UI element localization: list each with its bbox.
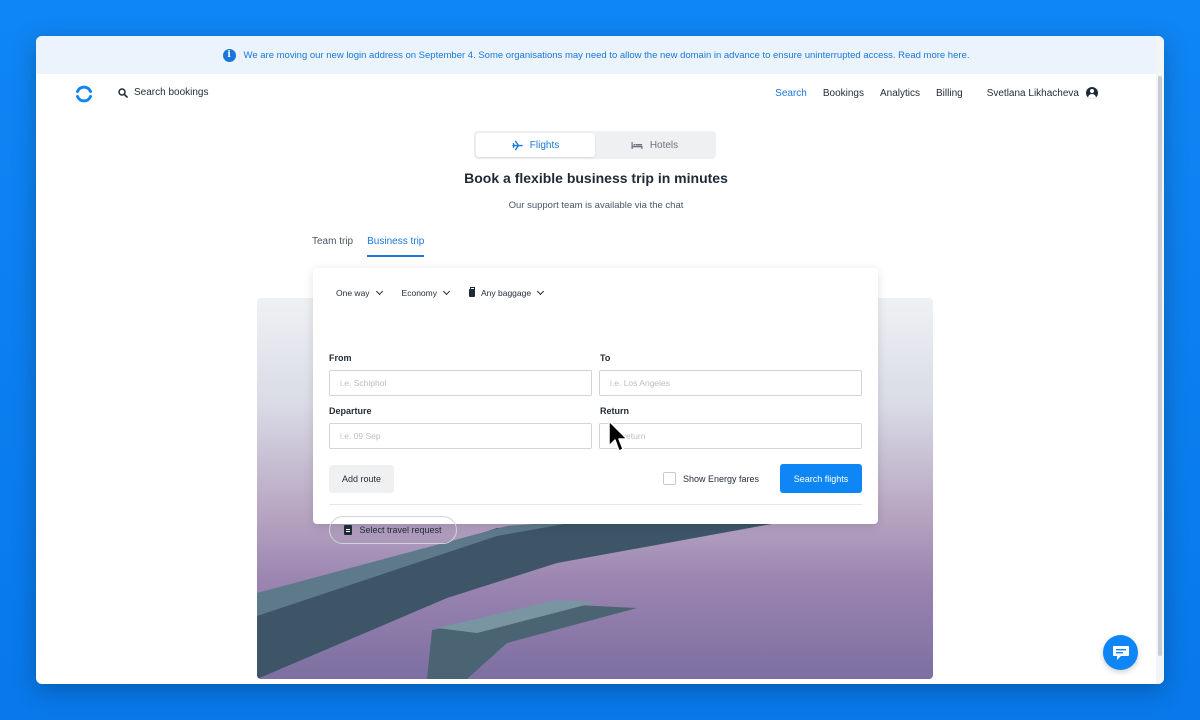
bed-icon bbox=[631, 141, 643, 149]
search-options: One way Economy Any baggage bbox=[336, 287, 545, 298]
energy-fares-option[interactable]: Show Energy fares bbox=[663, 472, 759, 485]
energy-fares-checkbox[interactable] bbox=[663, 472, 676, 485]
search-flights-button[interactable]: Search flights bbox=[780, 464, 862, 493]
tab-team-trip[interactable]: Team trip bbox=[312, 236, 353, 257]
return-label: Return bbox=[600, 406, 629, 416]
departure-label: Departure bbox=[329, 406, 372, 416]
departure-placeholder: i.e. 09 Sep bbox=[340, 431, 381, 441]
tab-business-trip[interactable]: Business trip bbox=[367, 236, 425, 257]
nav-billing[interactable]: Billing bbox=[936, 88, 963, 99]
to-label: To bbox=[600, 353, 611, 363]
user-menu[interactable]: Svetlana Likhacheva bbox=[987, 87, 1098, 99]
chevron-down-icon bbox=[537, 287, 545, 296]
baggage-value: Any baggage bbox=[480, 288, 532, 298]
mouse-cursor-icon bbox=[608, 420, 628, 452]
to-placeholder: i.e. Los Angeles bbox=[610, 378, 671, 388]
departure-field[interactable]: i.e. 09 Sep bbox=[329, 423, 592, 449]
announcement-banner[interactable]: i We are moving our new login address on… bbox=[36, 36, 1156, 74]
return-field[interactable]: No return bbox=[599, 423, 862, 449]
search-bookings-label: Search bookings bbox=[134, 87, 209, 98]
mode-toggle: Flights Hotels bbox=[474, 131, 716, 159]
app-window: i We are moving our new login address on… bbox=[36, 36, 1164, 684]
chat-icon bbox=[1112, 645, 1129, 660]
user-name: Svetlana Likhacheva bbox=[986, 87, 1079, 99]
from-label: From bbox=[329, 353, 352, 363]
cabin-class-dropdown[interactable]: Economy bbox=[401, 287, 451, 298]
add-route-button[interactable]: Add route bbox=[329, 465, 394, 493]
page-title: Book a flexible business trip in minutes bbox=[464, 170, 728, 186]
plane-icon bbox=[511, 140, 523, 150]
scrollbar-thumb[interactable] bbox=[1158, 76, 1162, 656]
cabin-class-value: Economy bbox=[401, 288, 437, 298]
tab-flights-label: Flights bbox=[529, 139, 560, 151]
info-icon: i bbox=[222, 48, 236, 62]
user-avatar-icon bbox=[1086, 87, 1098, 99]
flight-search-form: One way Economy Any baggage From i.e. Sc… bbox=[313, 268, 878, 544]
main-nav: Search Bookings Analytics Billing Svetla… bbox=[775, 87, 1098, 99]
chevron-down-icon bbox=[375, 287, 383, 296]
trip-type-dropdown[interactable]: One way bbox=[336, 287, 383, 298]
select-travel-request-button[interactable]: Select travel request bbox=[329, 516, 457, 544]
trip-type-tabs: Team trip Business trip bbox=[312, 236, 425, 257]
baggage-icon bbox=[468, 287, 476, 297]
nav-analytics[interactable]: Analytics bbox=[880, 88, 920, 99]
search-bookings-link[interactable]: Search bookings bbox=[118, 87, 209, 98]
trip-type-value: One way bbox=[336, 288, 370, 298]
chat-button[interactable] bbox=[1103, 635, 1138, 670]
search-icon bbox=[118, 87, 128, 98]
travel-request-label: Select travel request bbox=[359, 525, 442, 535]
energy-fares-label: Show Energy fares bbox=[683, 473, 760, 484]
document-icon bbox=[344, 525, 353, 535]
chevron-down-icon bbox=[442, 287, 451, 296]
from-placeholder: i.e. Schiphol bbox=[340, 378, 387, 388]
tab-hotels[interactable]: Hotels bbox=[595, 133, 714, 157]
form-divider bbox=[329, 504, 862, 505]
tab-hotels-label: Hotels bbox=[649, 139, 679, 151]
logo-icon[interactable] bbox=[74, 84, 94, 104]
nav-search[interactable]: Search bbox=[775, 88, 807, 99]
banner-text[interactable]: We are moving our new login address on S… bbox=[244, 50, 970, 61]
tab-flights[interactable]: Flights bbox=[476, 133, 595, 157]
to-field[interactable]: i.e. Los Angeles bbox=[599, 370, 862, 396]
nav-bookings[interactable]: Bookings bbox=[823, 88, 864, 99]
top-navigation: Search bookings Search Bookings Analytic… bbox=[36, 74, 1156, 114]
page-subtitle: Our support team is available via the ch… bbox=[508, 200, 684, 211]
vertical-scrollbar[interactable] bbox=[1156, 36, 1164, 684]
from-field[interactable]: i.e. Schiphol bbox=[329, 370, 592, 396]
baggage-dropdown[interactable]: Any baggage bbox=[468, 287, 545, 298]
